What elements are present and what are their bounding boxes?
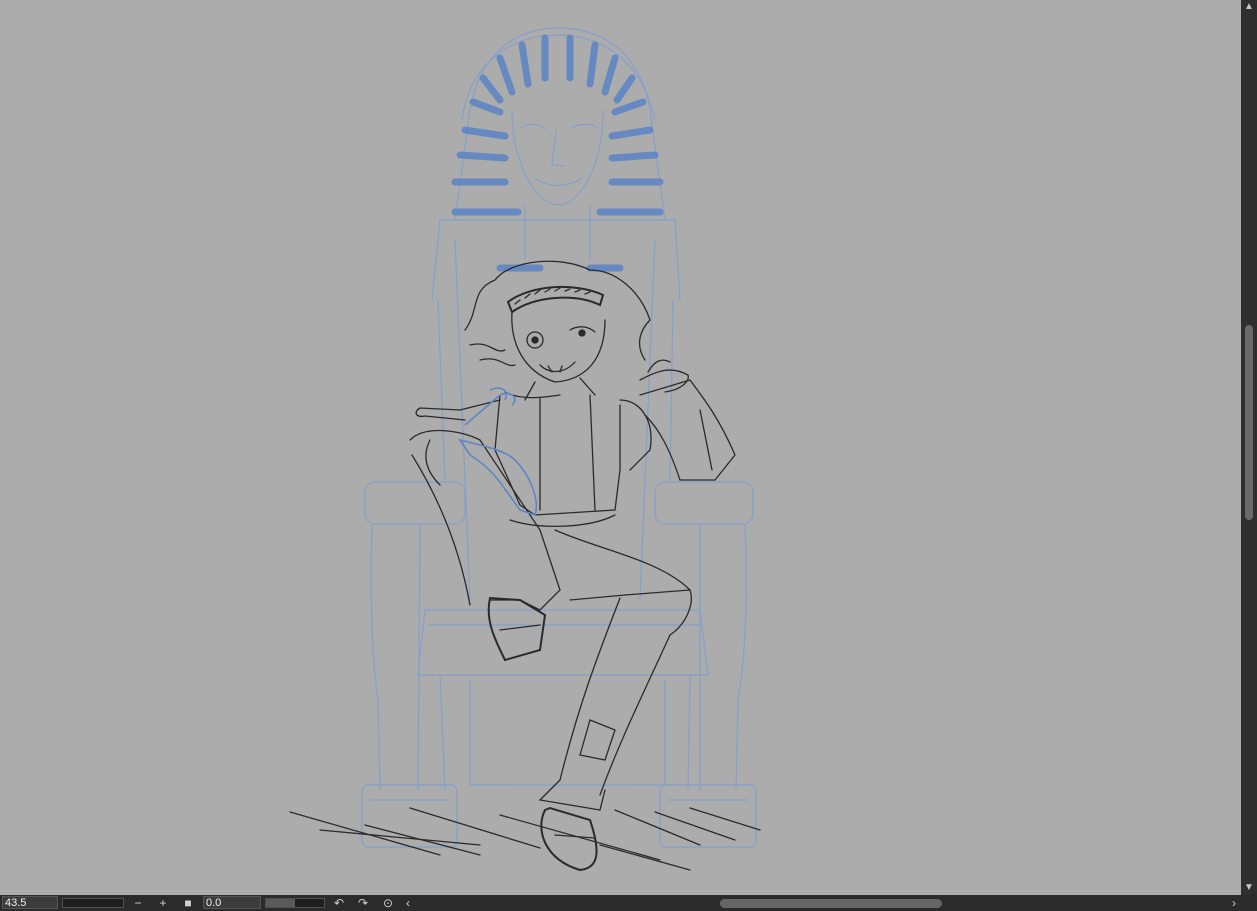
rotation-angle-input[interactable]: 0.0 [203, 896, 261, 909]
zoom-slider[interactable] [62, 898, 124, 908]
status-bar: 43.5 − + ■ 0.0 ↶ ↷ ⊙ ‹ › [0, 895, 1257, 911]
square-icon[interactable]: ■ [179, 895, 197, 911]
zoom-input[interactable]: 43.5 [2, 896, 58, 909]
plus-icon[interactable]: + [154, 895, 172, 911]
throne-sketch-layer [361, 27, 757, 848]
chevron-up-icon[interactable]: ▲ [1241, 0, 1257, 14]
rotation-slider[interactable] [265, 898, 325, 908]
horizontal-scrollbar[interactable] [418, 897, 1226, 909]
rotate-right-icon[interactable]: ↷ [354, 895, 372, 911]
rotate-left-icon[interactable]: ↶ [330, 895, 348, 911]
headdress-stripes [451, 34, 664, 272]
vertical-scrollbar[interactable]: ▲ ▼ [1241, 0, 1257, 895]
character-sketch-layer [289, 260, 761, 872]
chevron-right-icon[interactable]: › [1225, 895, 1243, 911]
sketch-artwork [289, 27, 761, 872]
vertical-scrollbar-thumb[interactable] [1245, 325, 1253, 520]
horizontal-scrollbar-thumb[interactable] [720, 899, 942, 908]
chevron-down-icon[interactable]: ▼ [1241, 881, 1257, 895]
minus-icon[interactable]: − [129, 895, 147, 911]
chevron-left-icon[interactable]: ‹ [399, 895, 417, 911]
reset-rotation-icon[interactable]: ⊙ [379, 895, 397, 911]
drawing-canvas[interactable] [0, 0, 1242, 895]
